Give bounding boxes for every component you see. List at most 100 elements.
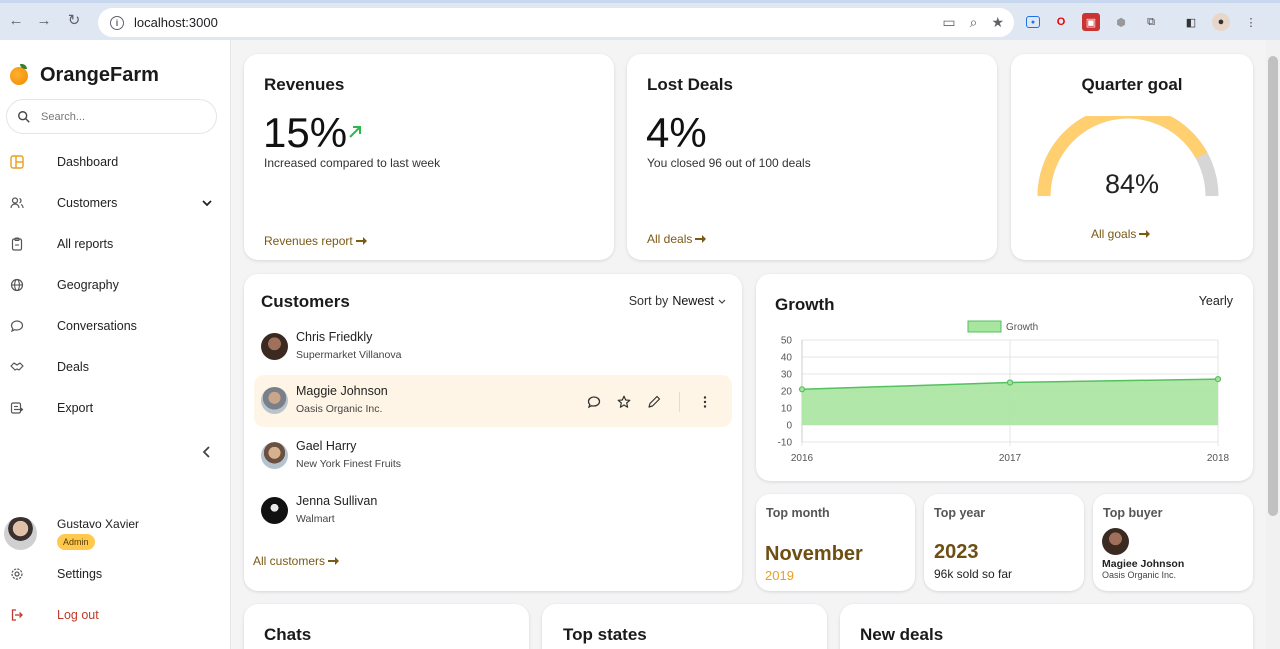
customer-company: Walmart [296, 513, 335, 525]
y-tick-label: 40 [781, 353, 793, 364]
shield-icon[interactable]: ⬢ [1112, 13, 1130, 31]
sidebar-item-dashboard[interactable]: Dashboard [0, 147, 231, 177]
url-text: localhost:3000 [134, 15, 218, 30]
search-input[interactable] [41, 110, 191, 123]
top-buyer-name: Magiee Johnson [1102, 558, 1185, 570]
sidebar-item-geography[interactable]: Geography [0, 270, 231, 300]
search-icon [18, 110, 30, 123]
star-icon[interactable] [617, 395, 631, 409]
top-buyer-card: Top buyer Magiee Johnson Oasis Organic I… [1093, 494, 1253, 591]
avatar [261, 497, 288, 524]
zoom-icon[interactable]: ⌕ [970, 14, 978, 31]
divider [679, 392, 680, 412]
sidebar-item-all-reports[interactable]: All reports [0, 229, 231, 259]
card-title: Top states [563, 625, 647, 644]
menu-dots-icon[interactable]: ⋮ [1242, 13, 1260, 31]
sidebar-item-deals[interactable]: Deals [0, 352, 231, 382]
sidebar-item-label: Dashboard [57, 155, 119, 169]
extension-icon[interactable]: ● [1026, 16, 1040, 28]
customer-name: Chris Friedkly [296, 330, 373, 344]
card-title: Customers [261, 292, 350, 311]
address-bar[interactable]: i localhost:3000 ▭ ⌕ ★ [98, 8, 1014, 37]
avatar [261, 442, 288, 469]
brand[interactable]: OrangeFarm [10, 63, 159, 87]
lost-deals-subtitle: You closed 96 out of 100 deals [647, 156, 811, 170]
card-title: Lost Deals [647, 75, 733, 94]
site-info-icon[interactable]: i [110, 15, 124, 30]
sidebar-item-export[interactable]: Export [0, 393, 231, 423]
customers-card: Customers Sort by Newest Chris Friedkly … [244, 274, 742, 591]
row-actions [587, 392, 712, 412]
card-title: Top year [934, 506, 986, 520]
avatar [4, 517, 37, 550]
data-point [798, 386, 806, 393]
search-box[interactable] [6, 99, 217, 134]
edit-icon[interactable] [647, 395, 661, 409]
customer-company: Oasis Organic Inc. [296, 403, 383, 415]
puzzle-icon[interactable]: ⧉ [1142, 13, 1160, 31]
avatar [261, 333, 288, 360]
sidebar-item-customers[interactable]: Customers [0, 188, 231, 218]
revenues-subtitle: Increased compared to last week [264, 156, 441, 170]
card-title: Top buyer [1103, 506, 1163, 520]
reload-icon[interactable]: ↻ [60, 6, 88, 34]
sidebar-item-settings[interactable]: Settings [0, 559, 231, 589]
sort-dropdown[interactable]: Sort by Newest [629, 294, 726, 308]
logout-icon [11, 609, 23, 621]
growth-chart: 50 40 30 20 10 0 -10 2016 2017 2018 Growth [778, 320, 1230, 464]
list-item[interactable]: Maggie Johnson Oasis Organic Inc. [254, 375, 732, 427]
sidebar-item-conversations[interactable]: Conversations [0, 311, 231, 341]
all-customers-link[interactable]: All customers [253, 554, 340, 568]
list-item[interactable]: Chris Friedkly Supermarket Villanova [254, 321, 732, 373]
opera-icon[interactable]: O [1052, 13, 1070, 31]
scrollbar-thumb[interactable] [1268, 56, 1278, 516]
card-title: New deals [860, 625, 944, 644]
y-tick-label: 30 [781, 370, 793, 381]
link-label: All deals [647, 232, 693, 246]
sidebar-item-label: Deals [57, 360, 89, 374]
trend-up-icon [349, 126, 361, 138]
period-selector[interactable]: Yearly [1199, 294, 1233, 308]
top-month-year: 2019 [765, 568, 794, 583]
list-item[interactable]: Gael Harry New York Finest Fruits [254, 430, 732, 482]
revenues-report-link[interactable]: Revenues report [264, 234, 367, 248]
list-item[interactable]: Jenna Sullivan Walmart [254, 485, 732, 537]
x-tick-label: 2016 [791, 453, 814, 464]
all-goals-link[interactable]: All goals [1091, 227, 1151, 241]
bookmark-star-icon[interactable]: ★ [991, 14, 1004, 31]
extension-red-icon[interactable]: ▣ [1082, 13, 1100, 31]
deals-icon [10, 362, 24, 371]
orange-logo-icon [10, 63, 28, 85]
sidebar-item-label: Conversations [57, 319, 137, 333]
role-badge: Admin [57, 534, 95, 550]
avatar [261, 387, 288, 414]
profile-icon[interactable]: ● [1212, 13, 1230, 31]
chat-icon[interactable] [587, 395, 601, 409]
cast-icon[interactable]: ▭ [942, 14, 955, 31]
lost-deals-value: 4% [646, 109, 707, 156]
customer-name: Gael Harry [296, 439, 357, 453]
back-icon[interactable]: ← [2, 6, 30, 34]
arrow-right-icon [695, 235, 707, 243]
y-tick-label: 50 [781, 336, 793, 347]
forward-icon[interactable]: → [30, 6, 58, 34]
top-month-card: Top month November 2019 [756, 494, 915, 591]
chevron-down-icon[interactable] [201, 197, 213, 209]
brand-name: OrangeFarm [40, 64, 159, 86]
sidebar-item-logout[interactable]: Log out [0, 600, 231, 630]
all-deals-link[interactable]: All deals [647, 232, 707, 246]
collapse-sidebar-icon[interactable] [200, 445, 214, 459]
y-tick-label: 10 [781, 404, 793, 415]
more-vertical-icon[interactable] [698, 395, 712, 409]
card-title: Chats [264, 625, 312, 644]
chevron-down-icon [718, 299, 726, 304]
browser-toolbar: ← → ↻ i localhost:3000 ▭ ⌕ ★ ● O ▣ ⬢ ⧉ ◧… [0, 0, 1280, 40]
page-scrollbar[interactable] [1266, 40, 1280, 649]
revenues-value: 15% [263, 109, 348, 156]
side-panel-icon[interactable]: ◧ [1182, 13, 1200, 31]
goal-value: 84% [1104, 169, 1160, 199]
sidebar-item-label: Export [57, 401, 94, 415]
data-point [1214, 375, 1222, 383]
arrow-right-icon [1139, 230, 1151, 238]
dashboard-icon [10, 155, 24, 169]
